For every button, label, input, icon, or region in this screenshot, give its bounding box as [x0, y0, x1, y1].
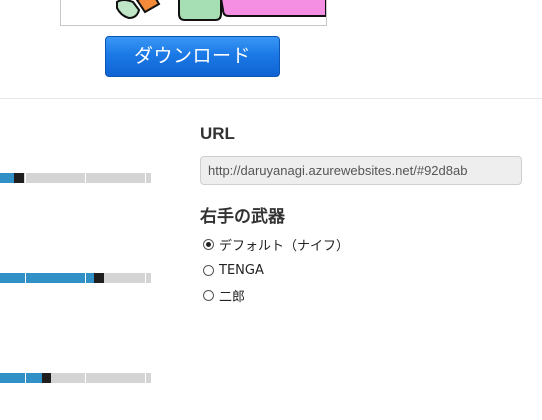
stat-bar-fill	[0, 173, 14, 183]
weapon-label: 右手の武器	[200, 207, 285, 227]
stat-bar-tick	[25, 173, 26, 183]
stat-bar-fill	[0, 273, 94, 283]
weapon-option-jiro[interactable]: 二郎	[203, 286, 246, 305]
download-button[interactable]: ダウンロード	[105, 36, 280, 77]
weapon-option-label: 二郎	[219, 289, 246, 305]
stat-bar-tick	[145, 173, 146, 183]
stat-bar-tick	[85, 273, 86, 283]
stat-bar-2	[0, 273, 151, 283]
weapon-option-default[interactable]: デフォルト（ナイフ）	[203, 235, 350, 254]
stat-bar-tick	[25, 273, 26, 283]
stat-bar-1	[0, 173, 151, 183]
stat-bar-marker	[42, 373, 51, 383]
stat-bar-marker	[14, 173, 24, 183]
stat-bar-3	[0, 373, 151, 383]
url-label: URL	[200, 124, 235, 143]
stat-bar-marker	[94, 273, 104, 283]
radio-button[interactable]	[203, 238, 214, 250]
weapon-option-label: TENGA	[219, 262, 264, 278]
stat-bar-fill	[0, 373, 42, 383]
section-divider	[0, 98, 542, 99]
weapon-option-label: デフォルト（ナイフ）	[219, 238, 350, 254]
stat-bar-tick	[145, 373, 146, 383]
weapon-option-tenga[interactable]: TENGA	[203, 261, 264, 279]
stat-bar-tick	[85, 173, 86, 183]
stat-bar-tick	[145, 273, 146, 283]
stat-bar-tick	[85, 373, 86, 383]
url-field[interactable]: http://daruyanagi.azurewebsites.net/#92d…	[200, 156, 522, 185]
radio-button[interactable]	[203, 289, 214, 301]
stat-bar-tick	[25, 373, 26, 383]
character-illustration	[61, 0, 326, 25]
radio-button[interactable]	[203, 264, 214, 276]
character-preview-image	[60, 0, 327, 26]
